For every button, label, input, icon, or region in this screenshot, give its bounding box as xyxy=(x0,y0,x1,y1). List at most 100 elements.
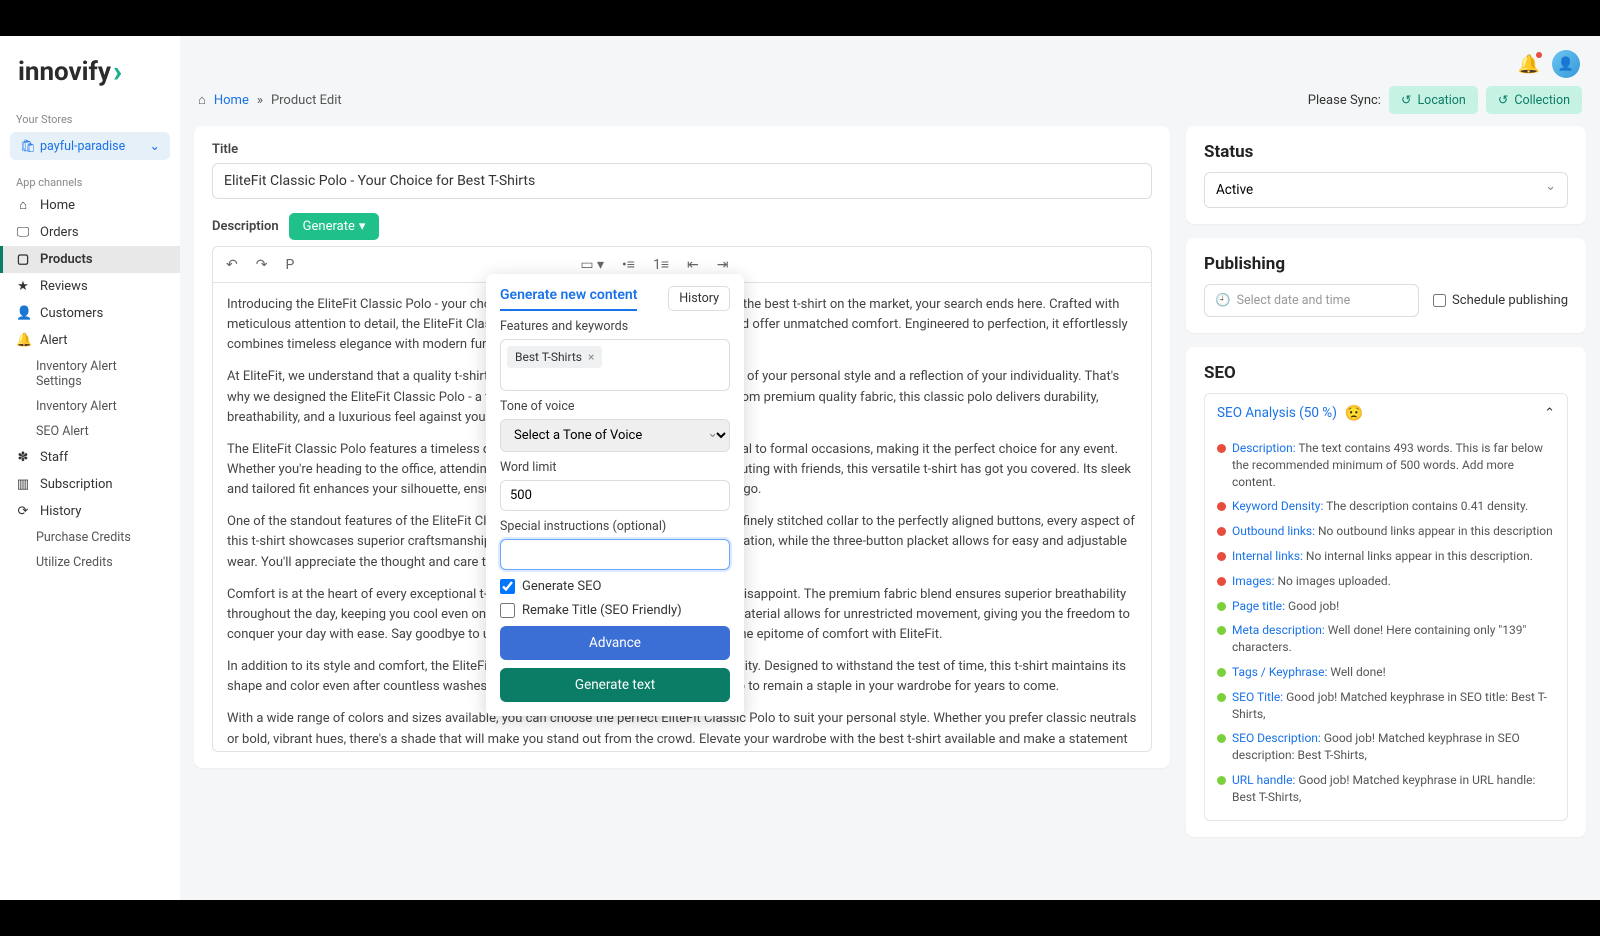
generate-content-popup: Generate new content History Features an… xyxy=(486,274,744,716)
nav-staff[interactable]: ✽Staff xyxy=(0,444,180,471)
special-instructions-input[interactable] xyxy=(500,539,730,570)
seo-line: Images: No images uploaded. xyxy=(1217,569,1555,594)
avatar[interactable]: 👤 xyxy=(1552,50,1580,78)
undo-icon[interactable]: ↶ xyxy=(221,254,243,276)
align-select[interactable]: ▭ ▾ xyxy=(575,254,609,276)
caret-down-icon: ▾ xyxy=(359,219,366,234)
breadcrumb-sep: » xyxy=(257,93,263,108)
description-label: Description xyxy=(212,219,279,234)
bag-icon: 🛍 xyxy=(20,139,34,154)
status-dot-icon xyxy=(1217,626,1226,635)
sync-label: Please Sync: xyxy=(1308,93,1381,108)
chevron-up-icon: ⌃ xyxy=(1544,406,1555,421)
nav-subscription[interactable]: ▥Subscription xyxy=(0,471,180,498)
seo-analysis-list: Description: The text contains 493 words… xyxy=(1205,432,1567,820)
features-label: Features and keywords xyxy=(500,319,730,334)
status-dot-icon xyxy=(1217,776,1226,785)
customers-icon: 👤 xyxy=(16,306,30,321)
keyword-tag: Best T-Shirts× xyxy=(507,346,602,368)
outdent-icon[interactable]: ⇤ xyxy=(682,254,704,276)
nav-customers[interactable]: 👤Customers xyxy=(0,300,180,327)
main-content: 🔔 👤 ⌂ Home » Product Edit Please Sync: ↺… xyxy=(180,36,1600,900)
reviews-icon: ★ xyxy=(16,279,30,294)
status-dot-icon xyxy=(1217,527,1226,536)
nav-history[interactable]: ⟳History xyxy=(0,498,180,525)
clock-icon: 🕘 xyxy=(1215,293,1231,308)
generate-button[interactable]: Generate▾ xyxy=(289,213,380,240)
number-list-icon[interactable]: 1≡ xyxy=(648,253,674,276)
publish-date-input[interactable]: 🕘Select date and time xyxy=(1204,284,1419,317)
publishing-heading: Publishing xyxy=(1204,254,1568,274)
nav-home[interactable]: ⌂Home xyxy=(0,191,180,219)
nav-utilize-credits[interactable]: Utilize Credits xyxy=(0,550,180,575)
nav-seo-alert[interactable]: SEO Alert xyxy=(0,419,180,444)
sad-face-icon: 😟 xyxy=(1345,404,1364,422)
orders-icon: 🖵 xyxy=(16,225,30,240)
title-label: Title xyxy=(212,142,1152,157)
tab-generate-new[interactable]: Generate new content xyxy=(500,287,637,311)
tone-select[interactable]: Select a Tone of Voice xyxy=(500,419,730,452)
alert-icon: 🔔 xyxy=(16,333,30,348)
word-limit-input[interactable] xyxy=(500,480,730,511)
nav-purchase-credits[interactable]: Purchase Credits xyxy=(0,525,180,550)
nav-reviews[interactable]: ★Reviews xyxy=(0,273,180,300)
seo-line: Description: The text contains 493 words… xyxy=(1217,436,1555,494)
nav-inventory-alert-settings[interactable]: Inventory Alert Settings xyxy=(0,354,180,394)
generate-text-button[interactable]: Generate text xyxy=(500,668,730,702)
seo-heading: SEO xyxy=(1204,363,1568,383)
sidebar-section-channels: App channels xyxy=(0,170,180,191)
status-dot-icon xyxy=(1217,693,1226,702)
undo-icon: ↺ xyxy=(1401,92,1411,108)
breadcrumb-home[interactable]: Home xyxy=(214,93,249,108)
remove-tag-icon[interactable]: × xyxy=(588,350,594,364)
home-icon: ⌂ xyxy=(198,92,206,108)
nav-orders[interactable]: 🖵Orders xyxy=(0,219,180,246)
window-top-bar xyxy=(0,0,1600,36)
subscription-icon: ▥ xyxy=(16,477,30,492)
status-dot-icon xyxy=(1217,502,1226,511)
status-heading: Status xyxy=(1204,142,1568,162)
store-selector[interactable]: 🛍payful-paradise ⌄ xyxy=(10,132,170,160)
nav-inventory-alert[interactable]: Inventory Alert xyxy=(0,394,180,419)
status-dot-icon xyxy=(1217,668,1226,677)
status-dot-icon xyxy=(1217,577,1226,586)
publishing-card: Publishing 🕘Select date and time Schedul… xyxy=(1186,238,1586,333)
paragraph-select[interactable]: P xyxy=(280,254,299,276)
notifications-icon[interactable]: 🔔 xyxy=(1518,54,1540,75)
sync-location-button[interactable]: ↺Location xyxy=(1389,86,1478,114)
breadcrumb-bar: ⌂ Home » Product Edit Please Sync: ↺Loca… xyxy=(194,78,1586,126)
status-select[interactable]: Active xyxy=(1204,172,1568,208)
chevron-down-icon: ⌄ xyxy=(150,138,160,154)
indent-icon[interactable]: ⇥ xyxy=(712,254,734,276)
seo-card: SEO SEO Analysis (50 %)😟 ⌃ Description: … xyxy=(1186,347,1586,837)
seo-accordion-toggle[interactable]: SEO Analysis (50 %)😟 ⌃ xyxy=(1205,394,1567,432)
remake-title-checkbox[interactable]: Remake Title (SEO Friendly) xyxy=(500,603,730,618)
home-icon: ⌂ xyxy=(16,197,30,213)
breadcrumb-current: Product Edit xyxy=(271,93,342,108)
logo-chevron-icon: › xyxy=(113,54,122,89)
seo-line: Meta description: Well done! Here contai… xyxy=(1217,618,1555,660)
bullet-list-icon[interactable]: •≡ xyxy=(617,253,640,276)
sync-collection-button[interactable]: ↺Collection xyxy=(1486,86,1582,114)
sidebar-section-stores: Your Stores xyxy=(0,107,180,128)
status-card: Status Active xyxy=(1186,126,1586,224)
seo-line: Internal links: No internal links appear… xyxy=(1217,544,1555,569)
logo: innovify› xyxy=(0,48,180,107)
generate-seo-checkbox[interactable]: Generate SEO xyxy=(500,579,730,594)
header: 🔔 👤 xyxy=(194,46,1586,78)
title-input[interactable] xyxy=(212,163,1152,199)
staff-icon: ✽ xyxy=(16,450,30,465)
status-dot-icon xyxy=(1217,444,1226,453)
seo-line: URL handle: Good job! Matched keyphrase … xyxy=(1217,768,1555,810)
redo-icon[interactable]: ↷ xyxy=(251,254,273,276)
special-instructions-label: Special instructions (optional) xyxy=(500,519,730,534)
status-dot-icon xyxy=(1217,602,1226,611)
nav-alert[interactable]: 🔔Alert xyxy=(0,327,180,354)
tab-history[interactable]: History xyxy=(668,286,730,311)
advance-button[interactable]: Advance xyxy=(500,626,730,660)
undo-icon: ↺ xyxy=(1498,92,1508,108)
features-tag-input[interactable]: Best T-Shirts× xyxy=(500,339,730,391)
word-limit-label: Word limit xyxy=(500,460,730,475)
schedule-publishing-checkbox[interactable]: Schedule publishing xyxy=(1433,293,1568,308)
nav-products[interactable]: ▢Products xyxy=(0,246,180,273)
